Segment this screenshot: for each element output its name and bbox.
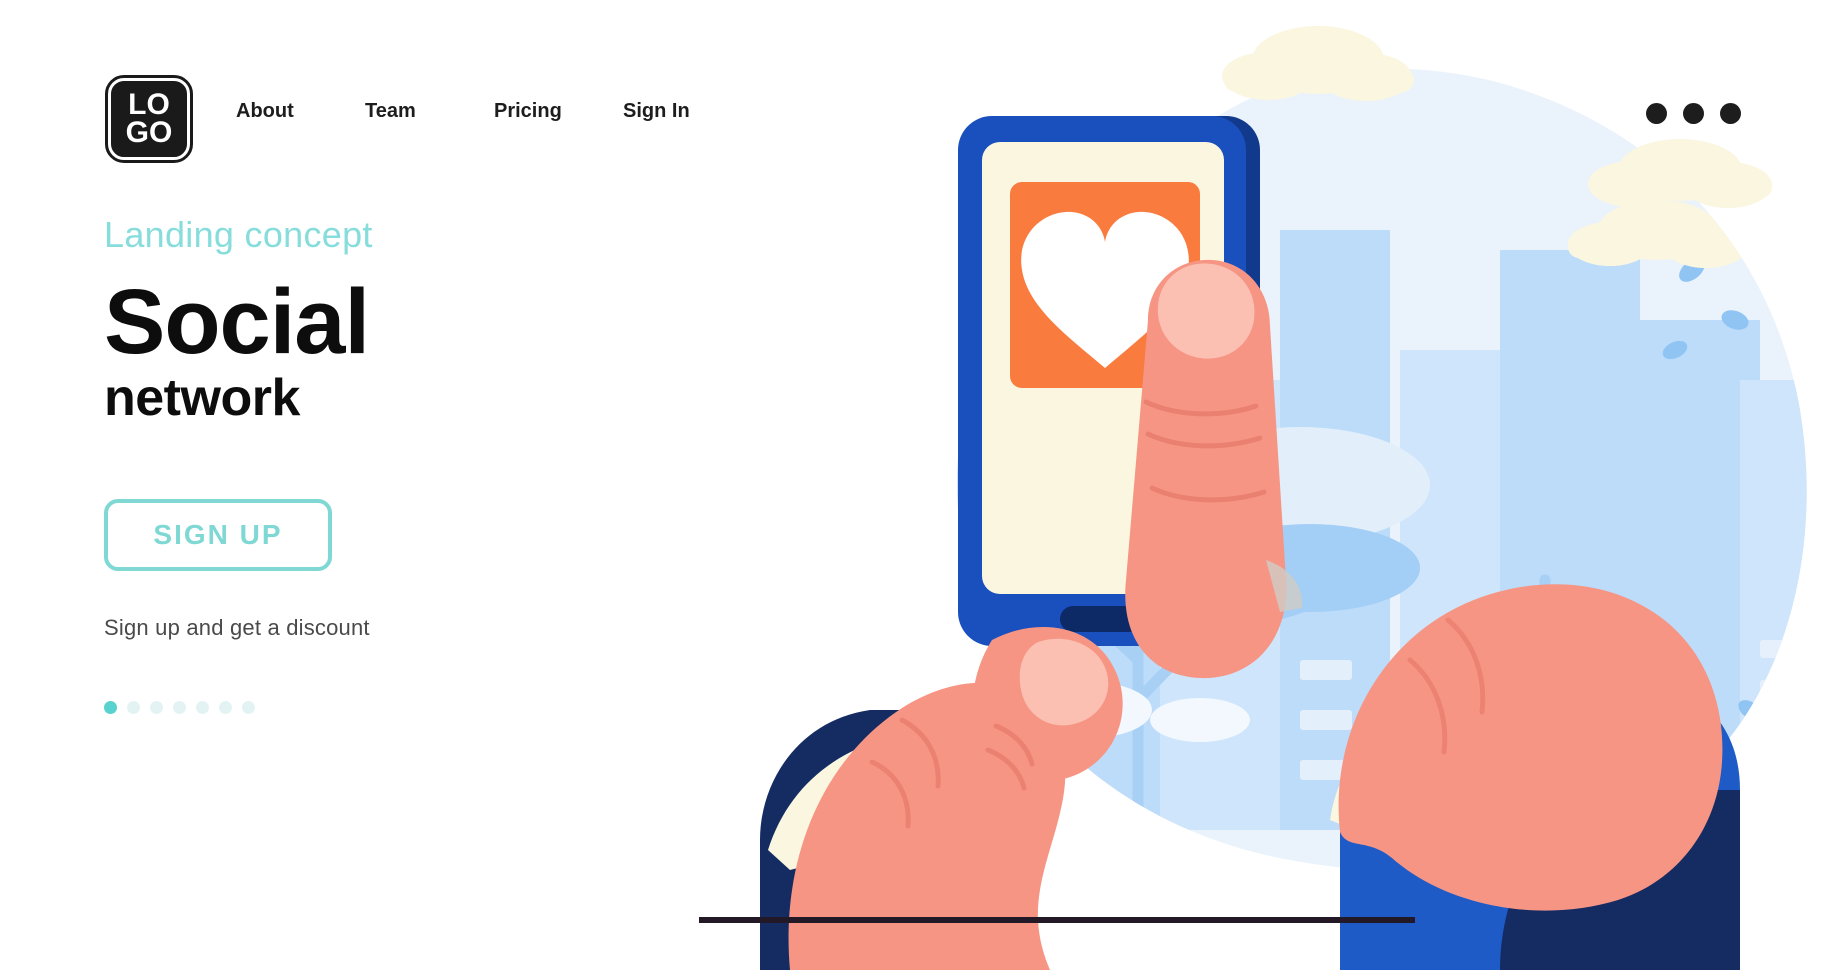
discount-note: Sign up and get a discount xyxy=(104,615,370,641)
hero-subtitle: network xyxy=(104,368,300,427)
hero-title: Social xyxy=(104,270,370,373)
carousel-dot-1[interactable] xyxy=(104,701,117,715)
landing-page: LO GO About Team Pricing Sign In Landing… xyxy=(0,0,1837,980)
carousel-dot-2[interactable] xyxy=(127,701,140,715)
social-network-hero-illustration xyxy=(640,20,1820,970)
logo-line-2: GO xyxy=(125,116,173,149)
carousel-dot-4[interactable] xyxy=(173,701,186,715)
carousel-dot-3[interactable] xyxy=(150,701,163,715)
logo-line-1: LO xyxy=(128,87,170,121)
hero-eyebrow: Landing concept xyxy=(104,214,373,255)
cloud-right xyxy=(1222,26,1414,101)
nav-item-about[interactable]: About xyxy=(236,100,365,123)
logo[interactable]: LO GO xyxy=(105,75,193,163)
nav-item-pricing[interactable]: Pricing xyxy=(494,100,623,123)
nav-item-team[interactable]: Team xyxy=(365,100,494,123)
carousel-dots[interactable] xyxy=(104,701,664,715)
hero-content: Landing concept Social network SIGN UP S… xyxy=(104,214,664,715)
sign-up-button[interactable]: SIGN UP xyxy=(104,499,332,572)
carousel-dot-5[interactable] xyxy=(196,701,209,715)
carousel-dot-6[interactable] xyxy=(219,701,232,715)
carousel-dot-7[interactable] xyxy=(242,701,255,715)
